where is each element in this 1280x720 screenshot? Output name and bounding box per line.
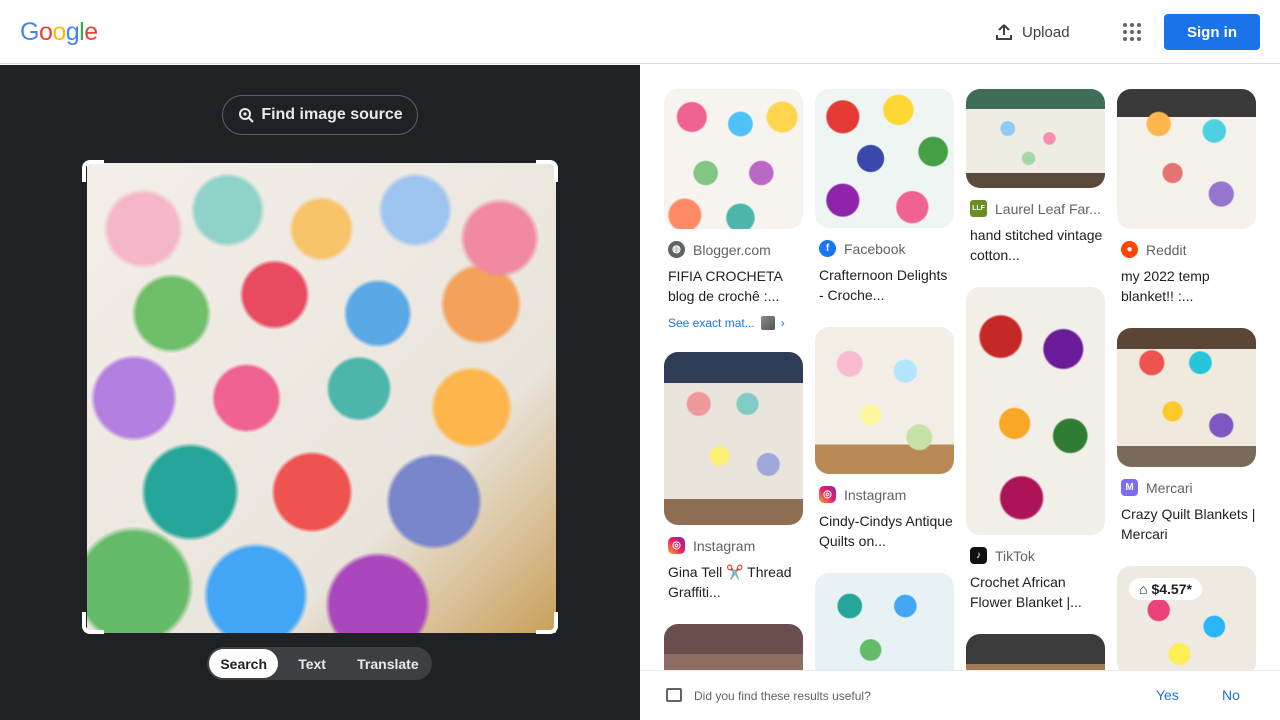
facebook-icon: f — [819, 240, 836, 257]
source-label: Instagram — [693, 537, 756, 554]
sign-in-button[interactable]: Sign in — [1164, 14, 1260, 50]
result-thumbnail[interactable] — [966, 287, 1105, 535]
result-card — [966, 634, 1105, 670]
feedback-no-button[interactable]: No — [1222, 687, 1240, 703]
result-card: ◎ Instagram Cindy-Cindys Antique Quilts … — [815, 327, 954, 551]
mode-switcher: Search Text Translate — [207, 647, 432, 680]
image-panel: Find image source Search Text Translate — [0, 65, 640, 720]
see-exact-matches-link[interactable]: See exact mat... › — [664, 316, 803, 330]
result-card: ◍ Blogger.com FIFIA CROCHETA blog de cro… — [664, 89, 803, 330]
feedback-icon — [666, 688, 682, 702]
result-source[interactable]: ◎ Instagram — [664, 537, 803, 554]
query-image[interactable] — [87, 163, 556, 633]
result-card — [815, 573, 954, 670]
source-label: Facebook — [844, 240, 906, 257]
google-logo[interactable]: Google — [20, 18, 98, 47]
logo-letter: g — [65, 18, 80, 46]
result-thumbnail[interactable] — [815, 89, 954, 228]
chevron-right-icon: › — [780, 316, 785, 330]
top-bar: Google Upload Sign in — [0, 0, 1280, 64]
find-image-source-button[interactable]: Find image source — [222, 95, 418, 135]
source-label: Blogger.com — [693, 241, 771, 258]
price-tag-icon: ⌂ — [1139, 581, 1148, 597]
price-label: $4.57* — [1151, 581, 1192, 597]
crop-handle-top-right[interactable] — [536, 160, 558, 182]
result-thumbnail[interactable] — [1117, 89, 1256, 229]
apps-grid-icon[interactable] — [1116, 16, 1148, 48]
lens-search-icon — [239, 108, 255, 123]
result-card — [664, 624, 803, 670]
result-thumbnail[interactable] — [664, 624, 803, 670]
result-thumbnail[interactable] — [1117, 328, 1256, 467]
source-label: TikTok — [995, 547, 1035, 564]
mercari-icon: M — [1121, 479, 1138, 496]
upload-icon — [996, 24, 1012, 40]
reddit-icon: ● — [1121, 241, 1138, 258]
result-card: f Facebook Crafternoon Delights - Croche… — [815, 89, 954, 305]
result-thumbnail[interactable] — [664, 352, 803, 525]
instagram-icon: ◎ — [819, 486, 836, 503]
results-column-4: ● Reddit my 2022 temp blanket!! :... M M… — [1117, 89, 1256, 670]
result-thumbnail[interactable] — [815, 573, 954, 670]
feedback-bar: Did you find these results useful? Yes N… — [640, 670, 1280, 720]
result-source[interactable]: f Facebook — [815, 240, 954, 257]
logo-letter: G — [20, 18, 39, 46]
instagram-icon: ◎ — [668, 537, 685, 554]
upload-label: Upload — [1022, 23, 1070, 41]
source-label: Instagram — [844, 486, 907, 503]
result-source[interactable]: ◍ Blogger.com — [664, 241, 803, 258]
result-thumbnail[interactable] — [966, 634, 1105, 670]
feedback-question: Did you find these results useful? — [694, 689, 871, 703]
results-column-1: ◍ Blogger.com FIFIA CROCHETA blog de cro… — [664, 89, 803, 670]
result-card: M Mercari Crazy Quilt Blankets | Mercari — [1117, 328, 1256, 544]
result-card: ♪ TikTok Crochet African Flower Blanket … — [966, 287, 1105, 612]
result-title[interactable]: Crazy Quilt Blankets | Mercari — [1117, 504, 1256, 544]
feedback-yes-button[interactable]: Yes — [1156, 687, 1179, 703]
result-thumbnail[interactable] — [815, 327, 954, 474]
upload-button[interactable]: Upload — [984, 12, 1080, 52]
result-title[interactable]: hand stitched vintage cotton... — [966, 225, 1105, 265]
exact-label: See exact mat... — [668, 316, 755, 330]
source-label: Laurel Leaf Far... — [995, 200, 1101, 217]
price-badge: ⌂ $4.57* — [1129, 578, 1202, 600]
source-label: Mercari — [1146, 479, 1193, 496]
result-card: ⌂ $4.57* — [1117, 566, 1256, 670]
result-card: LLF Laurel Leaf Far... hand stitched vin… — [966, 89, 1105, 265]
results-column-3: LLF Laurel Leaf Far... hand stitched vin… — [966, 89, 1105, 670]
result-title[interactable]: FIFIA CROCHETA blog de crochê :... — [664, 266, 803, 306]
result-source[interactable]: ♪ TikTok — [966, 547, 1105, 564]
tab-text[interactable]: Text — [278, 649, 345, 678]
result-title[interactable]: Gina Tell ✂️ Thread Graffiti... — [664, 562, 803, 602]
crop-handle-top-left[interactable] — [82, 160, 104, 182]
exact-match-thumbnail — [760, 316, 775, 330]
result-card: ● Reddit my 2022 temp blanket!! :... — [1117, 89, 1256, 306]
logo-letter: o — [38, 18, 53, 46]
result-thumbnail[interactable] — [664, 89, 803, 229]
result-source[interactable]: ◎ Instagram — [815, 486, 954, 503]
tiktok-icon: ♪ — [970, 547, 987, 564]
crop-handle-bottom-right[interactable] — [536, 612, 558, 634]
result-card: ◎ Instagram Gina Tell ✂️ Thread Graffiti… — [664, 352, 803, 602]
result-title[interactable]: Cindy-Cindys Antique Quilts on... — [815, 511, 954, 551]
llf-icon: LLF — [970, 200, 987, 217]
result-thumbnail[interactable] — [966, 89, 1105, 188]
result-title[interactable]: Crafternoon Delights - Croche... — [815, 265, 954, 305]
result-title[interactable]: Crochet African Flower Blanket |... — [966, 572, 1105, 612]
result-source[interactable]: ● Reddit — [1117, 241, 1256, 258]
globe-icon: ◍ — [668, 241, 685, 258]
result-source[interactable]: M Mercari — [1117, 479, 1256, 496]
source-label: Reddit — [1146, 241, 1187, 258]
result-title[interactable]: my 2022 temp blanket!! :... — [1117, 266, 1256, 306]
results-grid: ◍ Blogger.com FIFIA CROCHETA blog de cro… — [640, 65, 1280, 670]
find-source-label: Find image source — [261, 106, 403, 123]
result-source[interactable]: LLF Laurel Leaf Far... — [966, 200, 1105, 217]
tab-translate[interactable]: Translate — [346, 649, 430, 678]
tab-search[interactable]: Search — [209, 649, 279, 678]
crop-handle-bottom-left[interactable] — [82, 612, 104, 634]
results-column-2: f Facebook Crafternoon Delights - Croche… — [815, 89, 954, 670]
logo-letter: e — [84, 18, 98, 46]
logo-letter: o — [52, 18, 66, 46]
